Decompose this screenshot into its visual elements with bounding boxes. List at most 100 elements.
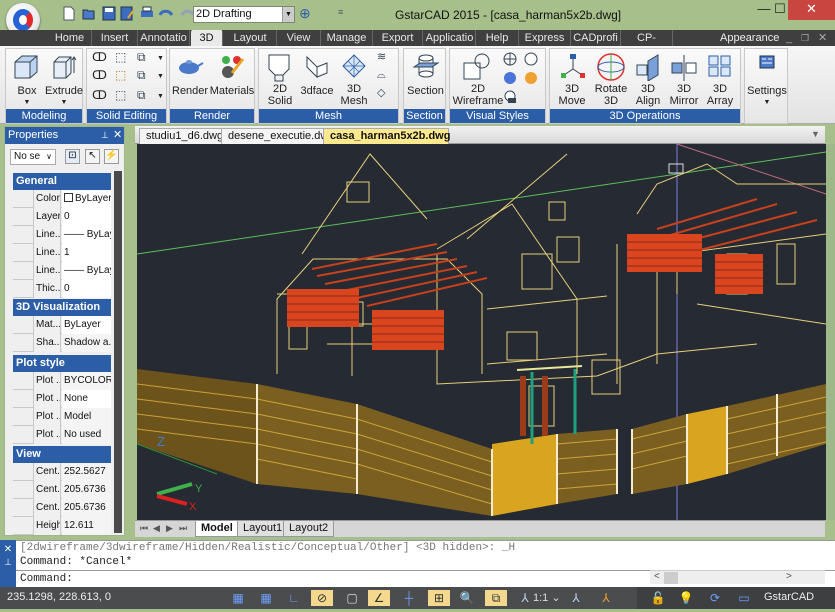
hardware-acceleration-icon[interactable]: 💡 — [678, 590, 694, 606]
layout-tab-layout1[interactable]: Layout1 — [237, 521, 289, 537]
save-icon[interactable] — [102, 6, 116, 21]
tab-cadprofi[interactable]: CADprofi — [571, 30, 621, 46]
chevron-down-icon[interactable]: ▼ — [745, 97, 789, 109]
layout-tab-model[interactable]: Model — [195, 521, 239, 537]
3d-wireframe-icon[interactable] — [503, 52, 517, 66]
prop-row[interactable]: Plot ...No used — [13, 426, 111, 444]
shell-icon[interactable]: ⧉ — [137, 51, 146, 63]
appearance-menu[interactable]: Appearance — [720, 30, 779, 46]
tab-annotation[interactable]: Annotatio — [138, 30, 190, 46]
properties-scrollbar[interactable] — [114, 171, 122, 533]
section-plot-style[interactable]: Plot style — [13, 355, 111, 372]
first-tab-icon[interactable]: ⏮ — [140, 523, 148, 534]
snap-grid-icon[interactable]: ▦ — [230, 590, 246, 606]
box-button[interactable]: Box — [10, 85, 44, 97]
tab-list-chevron-icon[interactable]: ▼ — [811, 129, 820, 139]
3dface-button[interactable]: 3dface — [299, 85, 335, 97]
tab-help[interactable]: Help — [476, 30, 519, 46]
3d-array-button[interactable]: 3D Array — [700, 83, 740, 107]
pin-icon[interactable]: ⊥ — [101, 127, 109, 144]
open-icon[interactable] — [82, 6, 96, 21]
new-icon[interactable] — [62, 6, 76, 21]
2d-solid-button[interactable]: 2D Solid — [263, 83, 297, 107]
3d-mirror-button[interactable]: 3D Mirror — [664, 83, 704, 107]
auto-scale-icon[interactable]: ⅄ — [598, 590, 614, 606]
extrude-button[interactable]: Extrude — [44, 85, 84, 97]
hidden-style-icon[interactable] — [524, 52, 538, 66]
intersect-icon[interactable]: ↀ — [92, 89, 107, 101]
materials-button[interactable]: Materials — [208, 85, 256, 97]
save-as-icon[interactable] — [120, 6, 134, 21]
section-button[interactable]: Section — [404, 85, 447, 97]
extrude-faces-icon[interactable]: ⬚ — [115, 51, 126, 63]
conceptual-style-icon[interactable] — [524, 71, 538, 85]
subtract-icon[interactable]: ↀ — [92, 69, 107, 81]
minimize-button[interactable]: — — [757, 0, 771, 20]
3d-mesh-button[interactable]: 3D Mesh — [337, 83, 371, 107]
scroll-thumb[interactable] — [664, 572, 678, 584]
prop-row[interactable]: Height12.611 — [13, 517, 111, 535]
offset-faces-icon[interactable]: ⬚ — [115, 89, 126, 101]
slice-icon[interactable]: ⧉ — [137, 69, 146, 81]
chevron-down-icon[interactable]: ▼ — [10, 97, 44, 109]
pin-icon[interactable]: ⊥ — [0, 557, 16, 568]
lock-icon[interactable]: 🔓 — [650, 590, 666, 606]
polar-icon[interactable]: ⊘ — [311, 590, 333, 606]
otrack-icon[interactable]: ∠ — [368, 590, 390, 606]
command-window-handle[interactable]: ✕ ⊥ — [0, 540, 16, 587]
prop-row[interactable]: Layer 0 — [13, 208, 111, 226]
close-icon[interactable]: ✕ — [113, 127, 122, 144]
prop-row[interactable]: Line... —— ByLay — [13, 262, 111, 280]
doc-tab-studiu1[interactable]: studiu1_d6.dwg — [139, 128, 231, 144]
tab-applications[interactable]: Applicatio — [424, 30, 476, 46]
next-tab-icon[interactable]: ▶ — [166, 523, 173, 534]
layout-tab-layout2[interactable]: Layout2 — [283, 521, 335, 537]
quick-select-icon[interactable]: ⚡ — [104, 149, 119, 164]
prop-row[interactable]: Cent...205.6736 — [13, 481, 111, 499]
tab-manage[interactable]: Manage — [321, 30, 373, 46]
doc-minimize-icon[interactable]: _ — [786, 30, 792, 46]
visual-style-manager-icon[interactable] — [503, 90, 517, 104]
clean-screen-icon[interactable]: ▭ — [736, 590, 752, 606]
section-3d-visualization[interactable]: 3D Visualization — [13, 299, 111, 316]
tab-insert[interactable]: Insert — [92, 30, 138, 46]
prop-row[interactable]: Cent...252.5627 — [13, 463, 111, 481]
grid-icon[interactable]: ▦ — [258, 590, 274, 606]
sel-cycling-icon[interactable]: ⧉ — [485, 590, 507, 606]
separate-icon[interactable]: ⧉ — [137, 89, 146, 101]
chevron-down-icon[interactable]: ▼ — [157, 71, 164, 83]
chevron-down-icon[interactable]: ▼ — [157, 53, 164, 65]
prop-row[interactable]: Line... 1 — [13, 244, 111, 262]
tab-express[interactable]: Express — [519, 30, 571, 46]
section-general[interactable]: General — [13, 173, 111, 190]
render-button[interactable]: Render — [172, 85, 208, 97]
tab-view[interactable]: View — [277, 30, 321, 46]
chevron-down-icon[interactable]: ▼ — [157, 91, 164, 103]
annotation-visibility-icon[interactable]: ⅄ — [568, 590, 584, 606]
prop-row[interactable]: Sha...Shadow a... — [13, 334, 111, 352]
prop-row[interactable]: Mat... ByLayer — [13, 316, 111, 334]
move-faces-icon[interactable]: ⬚ — [115, 69, 126, 81]
drawing-viewport[interactable]: Z Y X — [137, 144, 826, 520]
prev-tab-icon[interactable]: ◀ — [153, 523, 160, 534]
maximize-button[interactable]: ☐ — [773, 0, 787, 20]
ortho-icon[interactable]: ∟ — [286, 590, 302, 606]
close-button[interactable]: ✕ — [788, 0, 835, 20]
doc-tab-casa-harman[interactable]: casa_harman5x2b.dwg× — [323, 128, 450, 157]
annotation-scale-icon[interactable]: ⅄ — [517, 590, 533, 606]
revolved-mesh-icon[interactable]: ⌓ — [377, 69, 386, 81]
scroll-right-icon[interactable]: > — [786, 571, 792, 582]
prop-row[interactable]: Thic... 0 — [13, 280, 111, 298]
prop-row[interactable]: Cent...205.6736 — [13, 499, 111, 517]
snap-icon[interactable]: ⊕ — [299, 5, 311, 22]
prop-row[interactable]: Color ByLayer — [13, 190, 111, 208]
dyn-icon[interactable]: ⊞ — [428, 590, 450, 606]
prop-row[interactable]: Plot ...BYCOLOR — [13, 372, 111, 390]
settings-button[interactable]: Settings — [745, 85, 789, 97]
annotation-scale-value[interactable]: 1:1 ⌄ — [533, 591, 561, 604]
prop-row[interactable]: Plot ...None — [13, 390, 111, 408]
tab-3d[interactable]: 3D — [191, 30, 223, 46]
quick-props-icon[interactable]: 🔍 — [459, 590, 475, 606]
toggle-pickadd-icon[interactable]: ⊡ — [65, 149, 80, 164]
scroll-left-icon[interactable]: < — [654, 571, 660, 582]
